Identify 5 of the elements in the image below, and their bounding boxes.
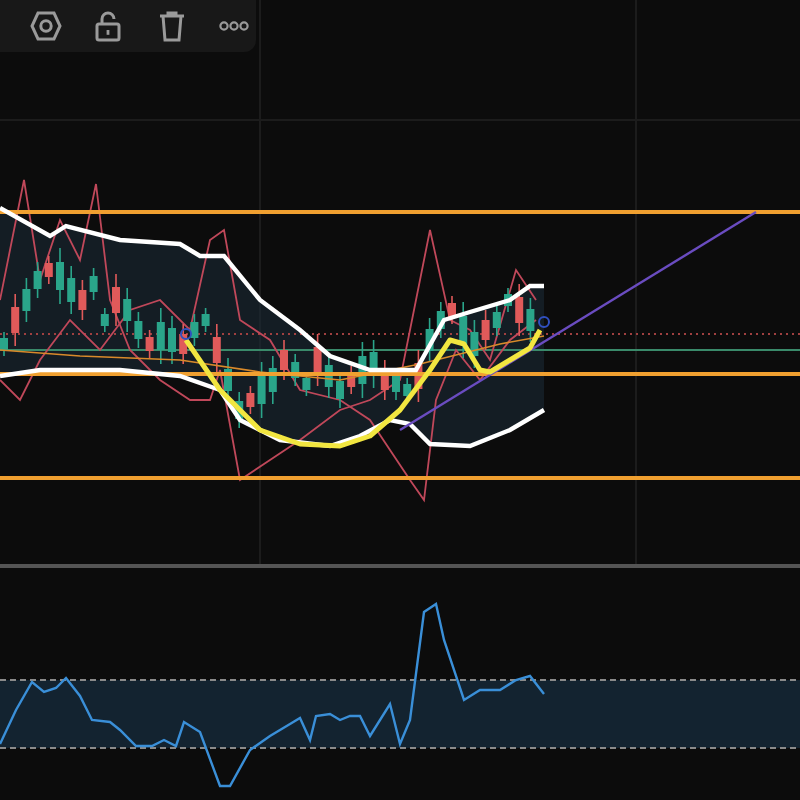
trash-icon xyxy=(157,10,186,42)
anchor-handle[interactable] xyxy=(538,316,550,328)
anchor-handle[interactable] xyxy=(180,328,192,340)
more-icon xyxy=(218,20,251,32)
settings-icon xyxy=(29,10,62,42)
